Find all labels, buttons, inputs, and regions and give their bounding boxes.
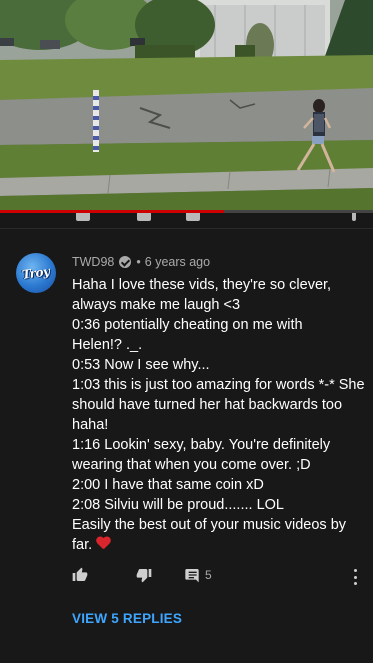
comment-line: 2:08 Silviu will be proud....... LOL [72,497,284,513]
comment-line: 1:16 Lookin' sexy, baby. You're definite… [72,437,331,453]
like-button[interactable] [72,567,88,583]
dislike-button[interactable] [136,567,152,583]
video-player[interactable] [0,0,373,212]
comment-line: should have turned her hat backwards too [72,397,343,413]
separator-dot: • [136,255,141,269]
heart-emoji-icon [96,537,111,550]
reply-button[interactable]: 5 [184,567,212,583]
video-frame-image [0,0,373,212]
comment-line: Helen!? ._. [72,337,143,353]
comment-line: haha! [72,417,109,433]
comment-line: wearing that when you come over. ;D [72,457,311,473]
comment-line: Haha I love these vids, they're so cleve… [72,277,332,293]
thumbs-down-icon[interactable] [137,213,151,221]
comment-line: Easily the best out of your music videos… [72,517,347,533]
reply-count: 5 [205,568,212,582]
reply-comment-icon [185,569,199,583]
video-actions-row [0,213,373,223]
comment-line: 1:03 this is just too amazing for words … [72,377,365,393]
more-options-button[interactable] [350,569,360,585]
thumbs-up-icon [72,567,88,581]
more-vert-icon [353,569,357,572]
comment-header: TWD98 • 6 years ago [72,253,210,271]
view-replies-button[interactable]: VIEW 5 REPLIES [72,611,182,626]
comment-line: far. [72,537,93,553]
comment-author[interactable]: TWD98 [72,255,114,269]
comment-age[interactable]: 6 years ago [145,255,210,269]
comment-line: 0:53 Now I see why... [72,357,210,373]
thumbs-down-icon [136,569,152,583]
comment-line-last: far. [72,535,362,555]
thumbs-up-icon[interactable] [76,213,90,221]
comment-line: 2:00 I have that same coin xD [72,477,264,493]
comment-line: always make me laugh <3 [72,297,241,313]
more-vert-icon[interactable] [352,213,356,221]
comment-text: Haha I love these vids, they're so cleve… [72,275,365,555]
reply-comment-icon[interactable] [186,213,200,221]
verified-check-icon [119,256,132,268]
avatar[interactable]: Troy [16,253,56,293]
comment-line: 0:36 potentially cheating on me with [72,317,303,333]
avatar-logo-text: Troy [21,264,51,282]
divider [0,228,373,229]
comment-actions: 5 [72,567,362,585]
